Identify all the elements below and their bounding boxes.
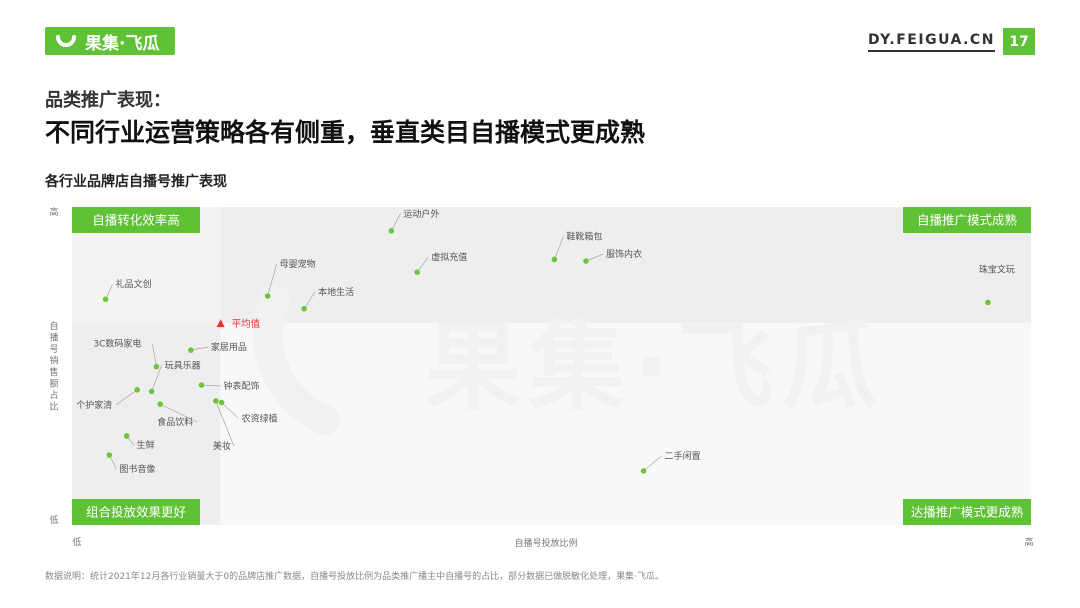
scatter-chart: 果集·飞瓜 自播转化效率高 自播推广模式成熟组合投放效果更好 达播推广模式更成熟 高… xyxy=(49,206,1033,549)
data-point xyxy=(218,399,225,406)
data-point-label: 食品饮料 xyxy=(157,416,193,428)
data-point-label: 服饰内衣 xyxy=(606,248,642,260)
data-point-label: 3C数码家电 xyxy=(93,338,141,350)
x-axis-low-label: 低 xyxy=(72,536,81,548)
data-point xyxy=(213,398,219,404)
data-point-label: 母婴宠物 xyxy=(280,258,316,270)
data-point xyxy=(985,299,991,306)
data-point xyxy=(134,387,141,393)
quadrant-label-top-right: 自播推广模式成熟 xyxy=(917,213,1018,228)
average-label: 平均值 xyxy=(232,318,261,330)
y-axis-low-label: 低 xyxy=(49,514,58,526)
data-point-label: 个护家清 xyxy=(76,399,112,411)
data-point xyxy=(583,258,589,264)
data-point xyxy=(551,256,558,263)
data-point-label: 图书音像 xyxy=(119,463,155,475)
data-point xyxy=(157,401,164,407)
data-point-label: 生鲜 xyxy=(137,439,155,451)
data-point-label: 家居用品 xyxy=(211,341,247,353)
data-point-label: 鞋靴箱包 xyxy=(566,230,602,242)
data-point xyxy=(153,363,160,370)
quadrant-label-top-left: 自播转化效率高 xyxy=(92,213,180,228)
quadrant-label-bottom-right: 达播推广模式更成熟 xyxy=(911,505,1024,520)
data-point-label: 钟表配饰 xyxy=(223,380,259,392)
data-point xyxy=(640,468,647,474)
data-point-label: 礼品文创 xyxy=(116,278,152,290)
data-point xyxy=(198,382,205,388)
data-point xyxy=(414,269,421,275)
data-point-label: 珠宝文玩 xyxy=(979,263,1015,275)
data-point-label: 本地生活 xyxy=(318,286,354,298)
data-point xyxy=(301,305,307,312)
data-point xyxy=(123,433,130,439)
y-axis-high-label: 高 xyxy=(49,206,58,218)
footnote: 数据说明：统计2021年12月各行业销量大于0的品牌店推广数据，自播号投放比例为… xyxy=(45,572,664,582)
data-point-label: 美妆 xyxy=(213,440,231,452)
data-point-label: 虚拟充值 xyxy=(431,251,467,263)
data-point xyxy=(106,452,113,458)
x-axis-high-label: 高 xyxy=(1024,536,1033,548)
data-point xyxy=(148,388,155,395)
quadrant-bg-bottom-left xyxy=(72,323,221,525)
data-point-label: 农资绿植 xyxy=(242,413,278,425)
data-point-label: 二手闲置 xyxy=(665,450,701,462)
data-point-label: 玩具乐器 xyxy=(165,359,201,371)
quadrant-label-bottom-left: 组合投放效果更好 xyxy=(86,505,186,520)
y-axis-title: 自播号销售额占比 xyxy=(49,320,58,413)
x-axis-title: 自播号投放比例 xyxy=(514,537,577,549)
data-point xyxy=(264,293,271,299)
data-point xyxy=(102,296,109,303)
watermark-text: 果集·飞瓜 xyxy=(425,311,885,423)
data-point xyxy=(388,228,395,234)
data-point-label: 运动户外 xyxy=(403,208,439,220)
data-point xyxy=(188,347,194,353)
